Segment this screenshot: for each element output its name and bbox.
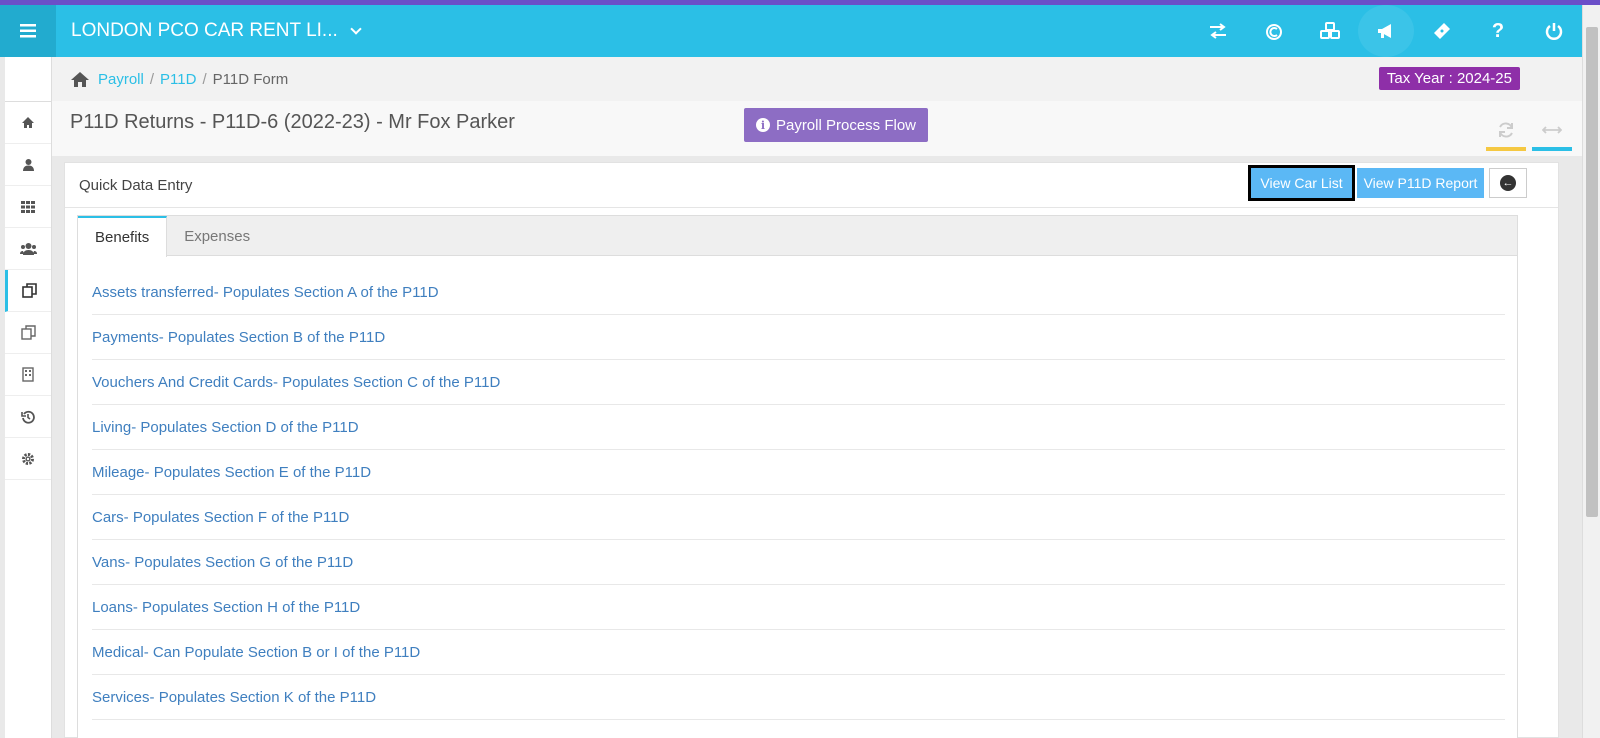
info-icon: i [755, 118, 770, 132]
list-item[interactable]: Mileage - Populates Section E of the P11… [92, 450, 1505, 495]
benefit-description: - Populates Section G of the P11D [125, 553, 354, 571]
refresh-tool-indicator [1486, 147, 1526, 151]
sidebar-item-p11d[interactable] [5, 270, 51, 312]
bullhorn-icon[interactable] [1358, 5, 1414, 57]
benefit-description: - Can Populate Section B or I of the P11… [143, 643, 421, 661]
benefit-description: - Populates Section E of the P11D [144, 463, 372, 481]
sidebar-item-settings[interactable] [5, 438, 51, 480]
payroll-process-flow-label: Payroll Process Flow [775, 116, 917, 134]
benefit-description: - Populates Section D of the P11D [131, 418, 359, 436]
power-icon[interactable] [1526, 5, 1582, 57]
benefit-name: Medical [92, 643, 144, 661]
back-button[interactable]: ← [1489, 168, 1527, 198]
gear-icon [22, 452, 34, 465]
benefit-name: Mileage [92, 463, 145, 481]
breadcrumb: Payroll / P11D / P11D Form Tax Year : 20… [52, 57, 1582, 101]
list-item[interactable]: Loans - Populates Section H of the P11D [92, 585, 1505, 630]
exchange-icon[interactable] [1190, 5, 1246, 57]
history-icon [21, 410, 35, 424]
page-header: P11D Returns - P11D-6 (2022-23) - Mr Fox… [52, 101, 1582, 156]
hamburger-icon [20, 24, 36, 38]
benefit-description: - Populates Section K of the P11D [149, 688, 377, 706]
benefit-description: - Populates Section C of the P11D [272, 373, 501, 391]
breadcrumb-p11d-link[interactable]: P11D [160, 71, 196, 88]
benefits-list: Assets transferred - Populates Section A… [78, 256, 1517, 720]
sidebar-item-users[interactable] [5, 228, 51, 270]
sidebar-item-user[interactable] [5, 144, 51, 186]
refresh-icon [1499, 122, 1513, 138]
currency-icon[interactable] [1246, 5, 1302, 57]
benefit-name: Services [92, 688, 150, 706]
arrow-left-icon: ← [1500, 175, 1516, 191]
payroll-process-flow-button[interactable]: i Payroll Process Flow [744, 108, 928, 142]
sidebar-item-home[interactable] [5, 102, 51, 144]
tab-benefits[interactable]: Benefits [78, 216, 168, 257]
building-icon [22, 367, 34, 382]
sidebar-spacer [5, 57, 51, 102]
benefit-name: Payments [92, 328, 159, 346]
sidebar-item-history[interactable] [5, 396, 51, 438]
sidebar-item-company[interactable] [5, 354, 51, 396]
benefit-name: Living [92, 418, 132, 436]
list-item[interactable]: Cars - Populates Section F of the P11D [92, 495, 1505, 540]
view-p11d-report-button[interactable]: View P11D Report [1357, 168, 1484, 198]
list-item[interactable]: Assets transferred - Populates Section A… [92, 270, 1505, 315]
panel-title: Quick Data Entry [79, 176, 193, 194]
tax-year-badge: Tax Year : 2024-25 [1378, 67, 1520, 90]
arrows-horizontal-icon [1542, 126, 1562, 134]
expand-tool-indicator [1532, 147, 1572, 151]
panel-header: Quick Data Entry View Car List View P11D… [65, 163, 1558, 208]
user-icon [22, 159, 34, 171]
grid-icon [21, 200, 35, 213]
breadcrumb-separator: / [149, 70, 155, 88]
copy-icon [22, 283, 37, 298]
tab-expenses[interactable]: Expenses [167, 216, 267, 256]
list-item[interactable]: Vouchers And Credit Cards - Populates Se… [92, 360, 1505, 405]
copy-outline-icon [20, 325, 36, 340]
ticket-icon[interactable] [1414, 5, 1470, 57]
question-icon[interactable]: ? [1470, 5, 1526, 57]
chevron-down-icon [350, 23, 362, 35]
users-icon [19, 243, 37, 255]
tab-container: Benefits Expenses Assets transferred - P… [77, 215, 1518, 738]
top-icon-group: ? [1190, 5, 1582, 57]
company-name: LONDON PCO CAR RENT LI... [71, 20, 338, 41]
benefit-name: Assets transferred [92, 283, 214, 301]
company-selector[interactable]: LONDON PCO CAR RENT LI... [71, 20, 362, 42]
top-navbar: LONDON PCO CAR RENT LI... ? [0, 5, 1582, 57]
benefit-name: Vouchers And Credit Cards [92, 373, 273, 391]
benefit-description: - Populates Section F of the P11D [123, 508, 350, 526]
page-title: P11D Returns - P11D-6 (2022-23) - Mr Fox… [70, 111, 515, 133]
breadcrumb-current: P11D Form [212, 70, 289, 88]
expand-tool-button[interactable] [1532, 113, 1572, 151]
benefit-name: Loans [92, 598, 133, 616]
hamburger-menu-button[interactable] [0, 5, 56, 57]
benefit-name: Vans [92, 553, 126, 571]
sidebar-item-documents[interactable] [5, 312, 51, 354]
sidebar [5, 57, 52, 738]
list-item[interactable]: Payments - Populates Section B of the P1… [92, 315, 1505, 360]
benefit-description: - Populates Section A of the P11D [213, 283, 439, 301]
scrollbar-thumb[interactable] [1586, 27, 1598, 517]
home-icon[interactable] [70, 71, 90, 88]
breadcrumb-payroll-link[interactable]: Payroll [98, 71, 144, 88]
benefit-name: Cars [92, 508, 124, 526]
page-scrollbar[interactable] [1582, 5, 1600, 738]
benefit-description: - Populates Section B of the P11D [158, 328, 386, 346]
view-car-list-button[interactable]: View Car List [1248, 165, 1355, 201]
tab-strip: Benefits Expenses [78, 216, 1517, 257]
home-icon [22, 117, 34, 128]
list-item[interactable]: Vans - Populates Section G of the P11D [92, 540, 1505, 585]
sidebar-item-grid[interactable] [5, 186, 51, 228]
quick-data-entry-panel: Quick Data Entry View Car List View P11D… [64, 162, 1559, 738]
list-item[interactable]: Living - Populates Section D of the P11D [92, 405, 1505, 450]
benefit-description: - Populates Section H of the P11D [132, 598, 361, 616]
list-item[interactable]: Services - Populates Section K of the P1… [92, 675, 1505, 720]
breadcrumb-separator: / [202, 70, 207, 88]
cubes-icon[interactable] [1302, 5, 1358, 57]
list-item[interactable]: Medical - Can Populate Section B or I of… [92, 630, 1505, 675]
refresh-tool-button[interactable] [1486, 113, 1526, 151]
